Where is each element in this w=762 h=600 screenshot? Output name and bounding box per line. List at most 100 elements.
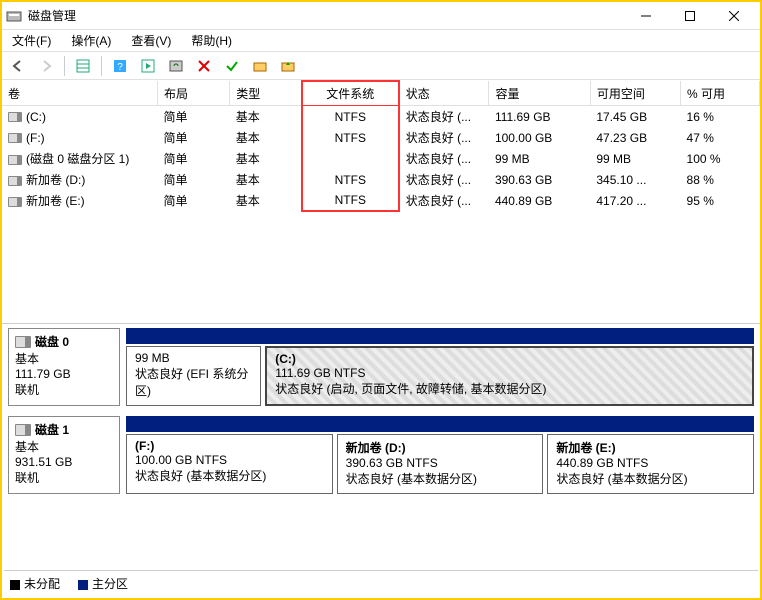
partition-box[interactable]: (C:)111.69 GB NTFS状态良好 (启动, 页面文件, 故障转储, … xyxy=(265,346,754,406)
cell-status: 状态良好 (... xyxy=(399,127,489,148)
table-row[interactable]: 新加卷 (D:)简单基本NTFS状态良好 (...390.63 GB345.10… xyxy=(2,169,760,190)
disk-icon xyxy=(15,424,31,436)
delete-icon[interactable] xyxy=(192,54,216,78)
col-status[interactable]: 状态 xyxy=(399,81,489,106)
menu-file[interactable]: 文件(F) xyxy=(6,30,57,51)
disk-row: 磁盘 0 基本 111.79 GB 联机99 MB状态良好 (EFI 系统分区)… xyxy=(8,328,754,406)
legend-primary: 主分区 xyxy=(78,575,128,592)
cell-layout: 简单 xyxy=(158,127,230,148)
back-button[interactable] xyxy=(6,54,30,78)
table-row[interactable]: (F:)简单基本NTFS状态良好 (...100.00 GB47.23 GB47… xyxy=(2,127,760,148)
disk-partitions: 99 MB状态良好 (EFI 系统分区)(C:)111.69 GB NTFS状态… xyxy=(126,328,754,406)
check-icon[interactable] xyxy=(220,54,244,78)
window-buttons xyxy=(624,2,756,30)
disk-title: 磁盘 0 xyxy=(35,333,69,350)
menu-action[interactable]: 操作(A) xyxy=(65,30,117,51)
partition-status: 状态良好 (启动, 页面文件, 故障转储, 基本数据分区) xyxy=(275,380,744,397)
partition-box[interactable]: 新加卷 (D:)390.63 GB NTFS状态良好 (基本数据分区) xyxy=(337,434,544,494)
cell-filesystem: NTFS xyxy=(302,106,399,128)
partition-box[interactable]: (F:)100.00 GB NTFS状态良好 (基本数据分区) xyxy=(126,434,333,494)
disk-type: 基本 xyxy=(15,438,113,455)
cell-filesystem: NTFS xyxy=(302,169,399,190)
cell-pct: 16 % xyxy=(681,106,760,128)
svg-text:?: ? xyxy=(117,62,123,73)
cell-status: 状态良好 (... xyxy=(399,148,489,169)
legend: 未分配 主分区 xyxy=(4,570,758,596)
cell-capacity: 111.69 GB xyxy=(489,106,590,128)
cell-volume: 新加卷 (E:) xyxy=(2,190,158,211)
menu-view[interactable]: 查看(V) xyxy=(125,30,177,51)
close-button[interactable] xyxy=(712,2,756,30)
disk-state: 联机 xyxy=(15,469,113,486)
drive-icon xyxy=(8,133,22,143)
run-icon[interactable] xyxy=(136,54,160,78)
partition-size: 111.69 GB NTFS xyxy=(275,366,744,380)
cell-capacity: 390.63 GB xyxy=(489,169,590,190)
cell-volume: (磁盘 0 磁盘分区 1) xyxy=(2,148,158,169)
folder-up-icon[interactable] xyxy=(276,54,300,78)
partition-status: 状态良好 (基本数据分区) xyxy=(135,467,324,484)
cell-type: 基本 xyxy=(230,169,302,190)
cell-pct: 88 % xyxy=(681,169,760,190)
cell-free: 99 MB xyxy=(590,148,680,169)
col-capacity[interactable]: 容量 xyxy=(489,81,590,106)
cell-type: 基本 xyxy=(230,190,302,211)
col-type[interactable]: 类型 xyxy=(230,81,302,106)
col-free[interactable]: 可用空间 xyxy=(590,81,680,106)
drive-icon xyxy=(8,155,22,165)
partition-title: 新加卷 (E:) xyxy=(556,439,745,456)
table-row[interactable]: 新加卷 (E:)简单基本NTFS状态良好 (...440.89 GB417.20… xyxy=(2,190,760,211)
toolbar: ? xyxy=(2,52,760,80)
partition-status: 状态良好 (EFI 系统分区) xyxy=(135,365,252,399)
cell-pct: 100 % xyxy=(681,148,760,169)
disk-map-pane: 磁盘 0 基本 111.79 GB 联机99 MB状态良好 (EFI 系统分区)… xyxy=(2,324,760,494)
cell-volume: (C:) xyxy=(2,106,158,128)
menu-help[interactable]: 帮助(H) xyxy=(185,30,238,51)
cell-free: 17.45 GB xyxy=(590,106,680,128)
help-icon[interactable]: ? xyxy=(108,54,132,78)
cell-layout: 简单 xyxy=(158,148,230,169)
disk-info[interactable]: 磁盘 0 基本 111.79 GB 联机 xyxy=(8,328,120,406)
cell-status: 状态良好 (... xyxy=(399,190,489,211)
partition-status: 状态良好 (基本数据分区) xyxy=(556,470,745,487)
titlebar: 磁盘管理 xyxy=(2,2,760,30)
menubar: 文件(F) 操作(A) 查看(V) 帮助(H) xyxy=(2,30,760,52)
partition-status: 状态良好 (基本数据分区) xyxy=(346,470,535,487)
table-row[interactable]: (磁盘 0 磁盘分区 1)简单基本状态良好 (...99 MB99 MB100 … xyxy=(2,148,760,169)
partition-size: 100.00 GB NTFS xyxy=(135,453,324,467)
disk-size: 111.79 GB xyxy=(15,367,113,381)
table-row[interactable]: (C:)简单基本NTFS状态良好 (...111.69 GB17.45 GB16… xyxy=(2,106,760,128)
cell-filesystem: NTFS xyxy=(302,190,399,211)
disk-title: 磁盘 1 xyxy=(35,421,69,438)
cell-capacity: 440.89 GB xyxy=(489,190,590,211)
minimize-button[interactable] xyxy=(624,2,668,30)
disk-size: 931.51 GB xyxy=(15,455,113,469)
col-layout[interactable]: 布局 xyxy=(158,81,230,106)
disk-type: 基本 xyxy=(15,350,113,367)
disk-partitions: (F:)100.00 GB NTFS状态良好 (基本数据分区)新加卷 (D:)3… xyxy=(126,416,754,494)
col-filesystem[interactable]: 文件系统 xyxy=(302,81,399,106)
cell-type: 基本 xyxy=(230,148,302,169)
cell-layout: 简单 xyxy=(158,169,230,190)
refresh-icon[interactable] xyxy=(164,54,188,78)
disk-icon xyxy=(15,336,31,348)
cell-volume: 新加卷 (D:) xyxy=(2,169,158,190)
partition-box[interactable]: 99 MB状态良好 (EFI 系统分区) xyxy=(126,346,261,406)
partition-box[interactable]: 新加卷 (E:)440.89 GB NTFS状态良好 (基本数据分区) xyxy=(547,434,754,494)
maximize-button[interactable] xyxy=(668,2,712,30)
legend-unallocated: 未分配 xyxy=(10,575,60,592)
cell-filesystem: NTFS xyxy=(302,127,399,148)
partition-size: 440.89 GB NTFS xyxy=(556,456,745,470)
disk-info[interactable]: 磁盘 1 基本 931.51 GB 联机 xyxy=(8,416,120,494)
cell-free: 345.10 ... xyxy=(590,169,680,190)
partition-title: (C:) xyxy=(275,352,744,366)
col-pct[interactable]: % 可用 xyxy=(681,81,760,106)
partition-title: (F:) xyxy=(135,439,324,453)
window-title: 磁盘管理 xyxy=(28,7,624,24)
view-list-icon[interactable] xyxy=(71,54,95,78)
cell-status: 状态良好 (... xyxy=(399,106,489,128)
volume-table: 卷 布局 类型 文件系统 状态 容量 可用空间 % 可用 (C:)简单基本NTF… xyxy=(2,80,760,212)
folder-icon[interactable] xyxy=(248,54,272,78)
forward-button[interactable] xyxy=(34,54,58,78)
col-volume[interactable]: 卷 xyxy=(2,81,158,106)
